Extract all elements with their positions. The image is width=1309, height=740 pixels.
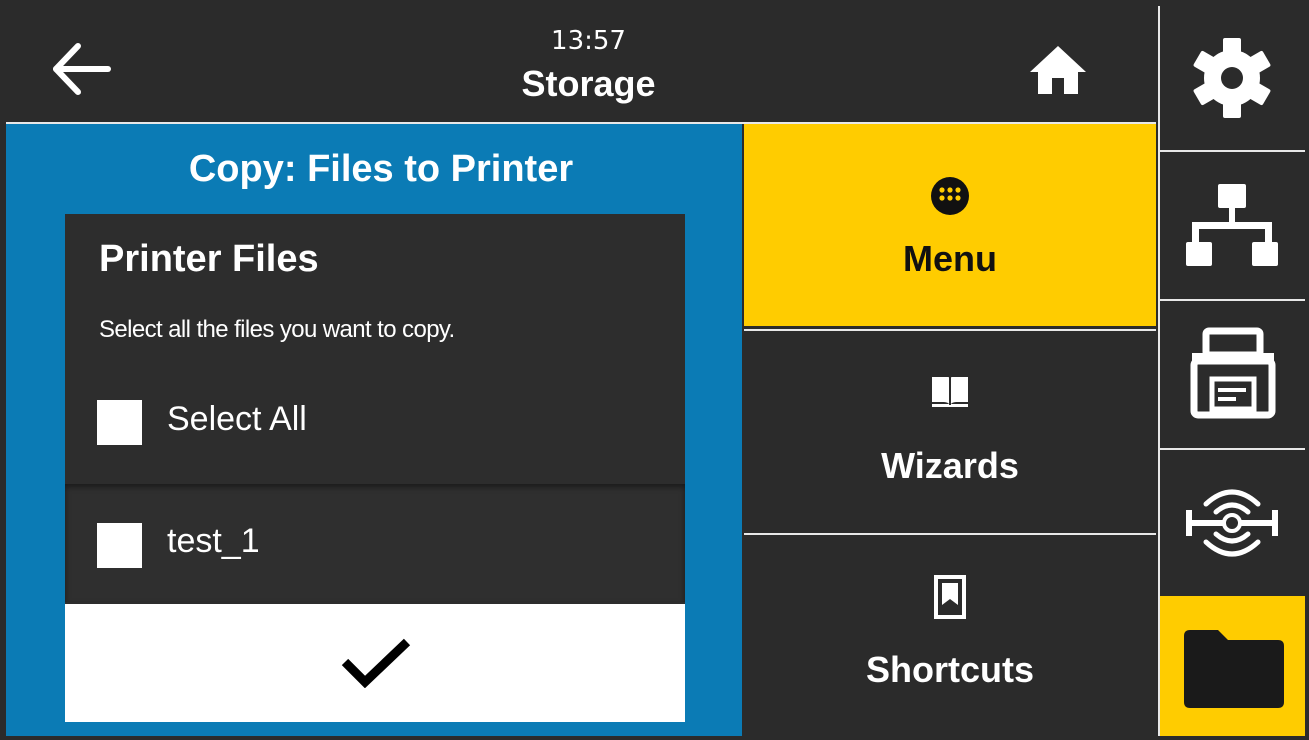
nav-menu[interactable]: Menu bbox=[744, 124, 1156, 326]
clock: 13:57 bbox=[551, 26, 626, 56]
sidebar-item-print[interactable] bbox=[1160, 299, 1305, 448]
header-bar: 13:57 Storage bbox=[6, 6, 1156, 124]
confirm-button[interactable] bbox=[65, 604, 685, 722]
sidebar-item-network[interactable] bbox=[1160, 150, 1305, 299]
nav-shortcuts-label: Shortcuts bbox=[865, 649, 1034, 690]
printer-screen: 13:57 Storage Copy: Files to Printer Pri… bbox=[0, 0, 1309, 740]
menu-dots-icon bbox=[931, 177, 969, 215]
file-checkbox[interactable] bbox=[97, 523, 142, 568]
rfid-icon bbox=[1186, 489, 1278, 557]
page-title: Storage bbox=[521, 63, 656, 104]
sidebar bbox=[1158, 6, 1305, 736]
checkmark-icon bbox=[341, 638, 411, 688]
sidebar-item-storage[interactable] bbox=[1160, 596, 1305, 736]
book-icon bbox=[932, 377, 968, 407]
file-select-dialog: Printer Files Select all the files you w… bbox=[65, 214, 685, 722]
network-icon bbox=[1186, 184, 1278, 266]
printer-icon bbox=[1190, 327, 1276, 419]
dialog-description: Select all the files you want to copy. bbox=[99, 316, 455, 343]
sidebar-item-rfid[interactable] bbox=[1160, 448, 1305, 596]
folder-icon bbox=[1184, 630, 1284, 708]
file-row[interactable]: test_1 bbox=[65, 484, 685, 602]
nav-menu-label: Menu bbox=[903, 238, 997, 279]
home-icon bbox=[1030, 46, 1086, 94]
sidebar-item-settings[interactable] bbox=[1160, 6, 1305, 148]
select-all-row[interactable]: Select All bbox=[65, 370, 685, 482]
copy-panel: Copy: Files to Printer Printer Files Sel… bbox=[6, 124, 742, 736]
panel-title: Copy: Files to Printer bbox=[188, 148, 574, 190]
select-all-checkbox[interactable] bbox=[97, 400, 142, 445]
nav-wizards-label: Wizards bbox=[881, 445, 1019, 486]
dialog-heading: Printer Files bbox=[99, 238, 319, 280]
nav-shortcuts[interactable]: Shortcuts bbox=[744, 533, 1156, 738]
home-button[interactable] bbox=[1028, 42, 1088, 98]
nav-wizards[interactable]: Wizards bbox=[744, 329, 1156, 531]
bookmark-icon bbox=[934, 575, 966, 619]
gear-icon bbox=[1193, 38, 1271, 118]
file-name: test_1 bbox=[167, 522, 260, 560]
select-all-label: Select All bbox=[167, 400, 307, 438]
main-nav: Menu Wizards Shortcuts bbox=[744, 124, 1156, 738]
